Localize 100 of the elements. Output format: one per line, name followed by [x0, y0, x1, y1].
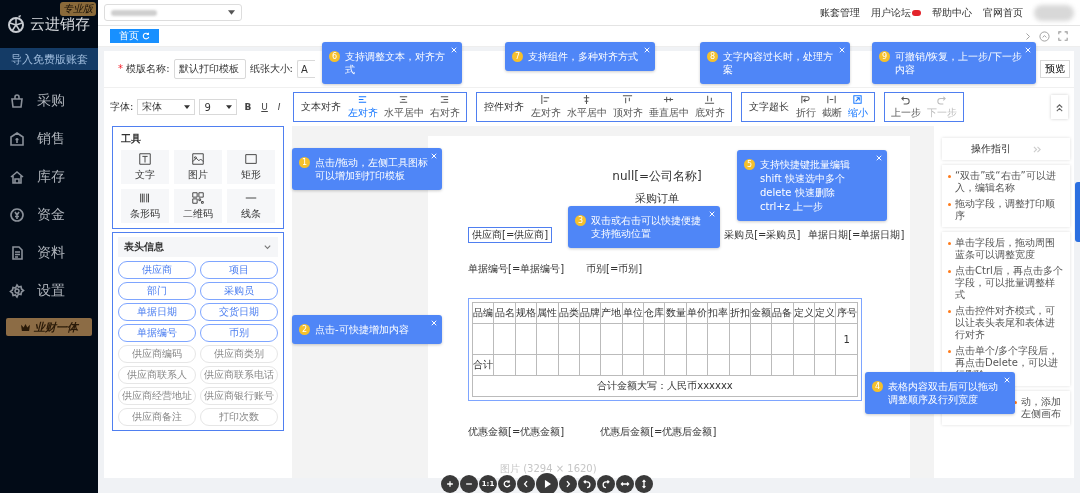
tool-button[interactable]: 条形码 — [121, 189, 169, 223]
top-link[interactable]: 用户论坛 — [871, 5, 921, 20]
template-field[interactable]: 供应商[=供应商] — [468, 227, 553, 243]
template-field[interactable]: 采购员[=采购员] — [724, 226, 809, 244]
text-style-button[interactable]: B — [241, 102, 255, 112]
column-header[interactable]: 规格 — [515, 302, 537, 324]
column-header[interactable]: 序号 — [835, 302, 858, 324]
template-name-field[interactable]: 默认打印模板 — [173, 59, 246, 79]
document-title[interactable]: 采购订单 — [635, 191, 679, 206]
menu-item[interactable]: 资料 — [0, 234, 98, 272]
column-header[interactable]: 扣率 — [707, 302, 729, 324]
fullscreen-icon[interactable] — [1058, 31, 1068, 41]
column-header[interactable]: 折扣 — [729, 302, 751, 324]
company-name-field[interactable]: null[=公司名称] — [612, 168, 702, 185]
text-style-button[interactable]: U — [258, 102, 271, 112]
toolbar-button[interactable]: 上一步 — [887, 94, 924, 120]
field-chip[interactable]: 供应商 — [118, 261, 196, 279]
column-header[interactable]: 数量 — [664, 302, 687, 324]
column-header[interactable]: 单价 — [686, 302, 708, 324]
tool-button[interactable]: 文字 — [121, 150, 169, 184]
field-chip[interactable]: 项目 — [200, 261, 278, 279]
font-select[interactable]: 宋体 — [137, 99, 196, 115]
column-header[interactable]: 定义 — [793, 302, 815, 324]
menu-item[interactable]: 资金 — [0, 196, 98, 234]
field-chip[interactable]: 供应商联系人 — [118, 366, 196, 384]
close-icon[interactable] — [644, 47, 650, 53]
top-link[interactable]: 官网首页 — [983, 5, 1023, 20]
toolbar-button[interactable]: 水平居中 — [380, 94, 427, 120]
tool-button[interactable]: 矩形 — [227, 150, 275, 184]
column-header[interactable]: 品类 — [558, 302, 580, 324]
toolbar-button[interactable]: 垂直居中 — [645, 94, 692, 120]
field-chip[interactable]: 供应商银行账号 — [200, 387, 278, 405]
table-cell: 合计 — [472, 354, 494, 376]
template-field[interactable]: 优惠后金额[=优惠后金额] — [600, 423, 717, 441]
field-chip[interactable]: 币别 — [200, 324, 278, 342]
column-header[interactable]: 单位 — [622, 302, 644, 324]
column-header[interactable]: 产地 — [600, 302, 623, 324]
circle-up-icon[interactable] — [1039, 30, 1050, 42]
preview-button[interactable]: 预览 — [1040, 60, 1070, 78]
close-icon[interactable] — [709, 211, 715, 217]
tool-button[interactable]: 线条 — [227, 189, 275, 223]
field-chip[interactable]: 打印次数 — [200, 408, 278, 426]
toolbar-button[interactable]: 右对齐 — [426, 94, 463, 120]
close-icon[interactable] — [451, 47, 457, 53]
close-icon[interactable] — [431, 320, 437, 326]
field-chip[interactable]: 单据日期 — [118, 303, 196, 321]
side-handle[interactable] — [1075, 182, 1080, 242]
field-chip[interactable]: 供应商经营地址 — [118, 387, 196, 405]
close-icon[interactable] — [1004, 377, 1010, 383]
text-style-button[interactable]: I — [274, 102, 284, 112]
column-header[interactable]: 属性 — [536, 302, 558, 324]
font-size-select[interactable]: 9 — [199, 99, 238, 115]
field-chip[interactable]: 供应商联系电话 — [200, 366, 278, 384]
toolbar-button[interactable]: 底对齐 — [691, 94, 728, 120]
close-icon[interactable] — [431, 153, 437, 159]
top-link[interactable]: 帮助中心 — [932, 5, 972, 20]
field-chip[interactable]: 供应商备注 — [118, 408, 196, 426]
collapse-button[interactable] — [1051, 95, 1068, 119]
menu-item[interactable]: 采购 — [0, 82, 98, 120]
menu-item[interactable]: 库存 — [0, 158, 98, 196]
template-field[interactable]: 单据日期[=单据日期] — [808, 226, 905, 244]
menu-item[interactable]: 设置 — [0, 272, 98, 310]
menu-item[interactable]: 销售 — [0, 120, 98, 158]
paper-size-select[interactable]: A — [296, 60, 315, 78]
column-header[interactable]: 金额 — [750, 302, 772, 324]
column-header[interactable]: 品名 — [493, 302, 516, 324]
close-icon[interactable] — [876, 155, 882, 161]
column-header[interactable]: 品编 — [472, 302, 494, 324]
field-chip[interactable]: 部门 — [118, 282, 196, 300]
top-link[interactable]: 账套管理 — [820, 5, 860, 20]
section-header[interactable]: 表头信息 — [118, 237, 278, 257]
toolbar-button[interactable]: 顶对齐 — [609, 94, 646, 120]
guide-header[interactable]: 操作指引 — [942, 138, 1070, 160]
toolbar-button[interactable]: 截断 — [818, 94, 845, 120]
tool-button[interactable]: 二维码 — [174, 189, 222, 223]
field-chip[interactable]: 供应商编码 — [118, 345, 196, 363]
column-header[interactable]: 品备 — [771, 302, 794, 324]
template-field[interactable]: 币别[=币别] — [586, 260, 643, 278]
toolbar-button[interactable]: 缩小 — [844, 94, 871, 120]
tool-button[interactable]: 图片 — [174, 150, 222, 184]
column-header[interactable]: 品牌 — [579, 302, 601, 324]
toolbar-button[interactable]: 水平居中 — [563, 94, 610, 120]
import-button[interactable]: 导入免费版账套 — [0, 48, 98, 70]
field-chip[interactable]: 供应商类别 — [200, 345, 278, 363]
field-chip[interactable]: 采购员 — [200, 282, 278, 300]
tooltip-text: 文字内容过长时，处理方案 — [723, 50, 834, 76]
field-chip[interactable]: 交货日期 — [200, 303, 278, 321]
template-field[interactable]: 单据编号[=单据编号] — [468, 260, 586, 278]
toolbar-button[interactable]: 左对齐 — [344, 94, 381, 120]
field-chip[interactable]: 单据编号 — [118, 324, 196, 342]
toolbar-button[interactable]: 折行 — [792, 94, 819, 120]
promo-button[interactable]: 业财一体 — [6, 318, 92, 336]
column-header[interactable]: 定义 — [814, 302, 836, 324]
chevron-right-icon[interactable] — [1025, 31, 1031, 41]
column-header[interactable]: 仓库 — [643, 302, 665, 324]
template-field[interactable]: 优惠金额[=优惠金额] — [468, 423, 565, 441]
bullet-dot — [1014, 401, 1017, 404]
toolbar-button[interactable]: 左对齐 — [527, 94, 564, 120]
close-icon[interactable] — [1025, 47, 1031, 53]
close-icon[interactable] — [839, 47, 845, 53]
